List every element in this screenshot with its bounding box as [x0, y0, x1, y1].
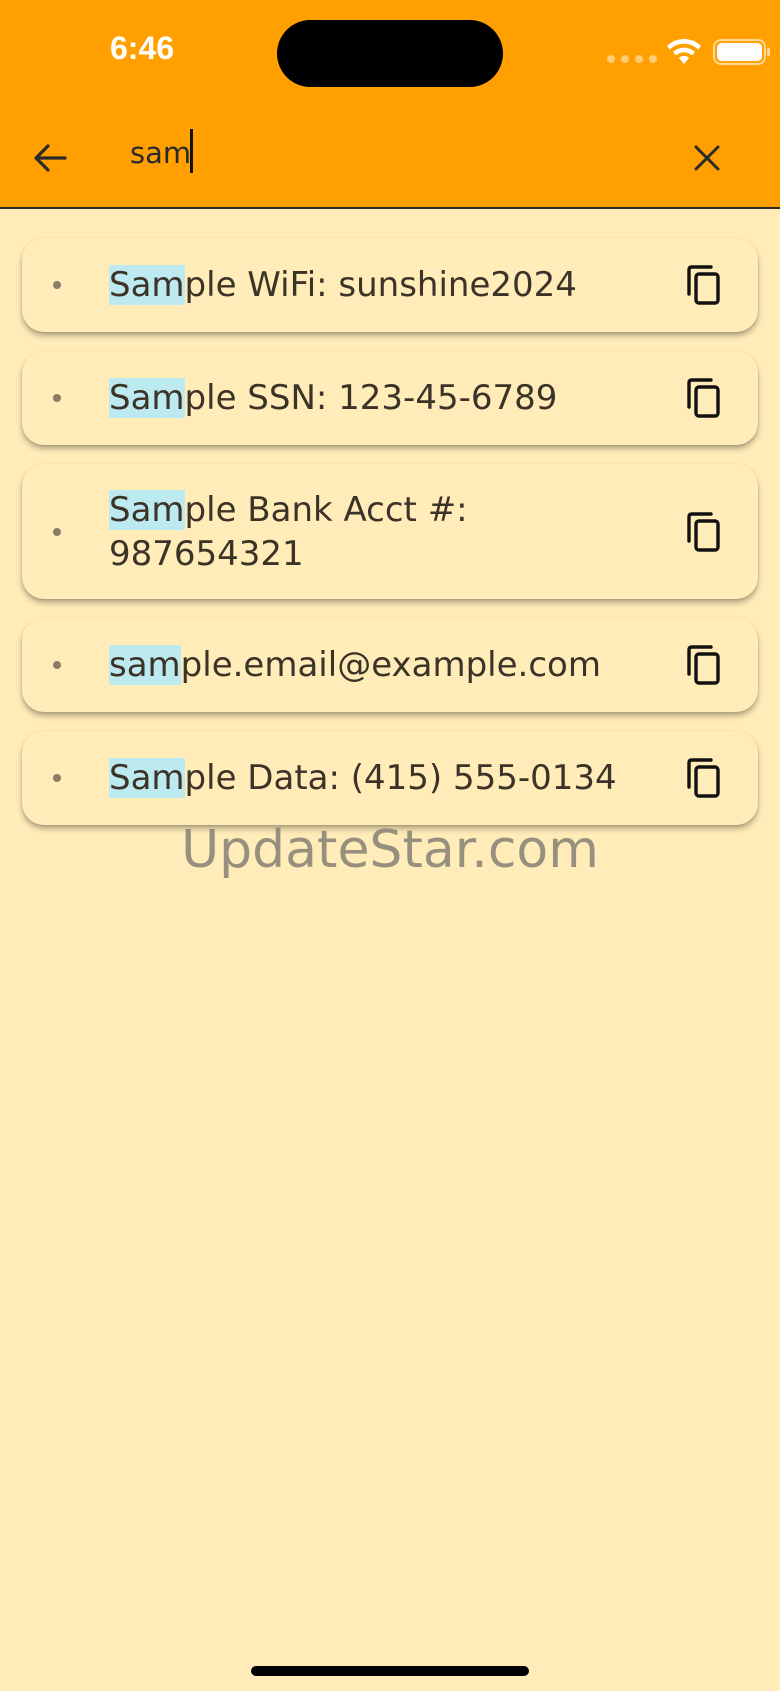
signal-dots-icon [607, 55, 657, 63]
status-icons [580, 0, 780, 90]
bullet-icon [53, 774, 61, 782]
copy-icon [687, 265, 720, 305]
result-text: sample.email@example.com [109, 643, 629, 687]
home-indicator[interactable] [251, 1666, 529, 1676]
result-rest: ple SSN: 123-45-6789 [184, 378, 558, 418]
bullet-icon [53, 527, 61, 536]
result-text: Sample Bank Acct #: 987654321 [109, 488, 559, 576]
copy-button[interactable] [678, 753, 728, 803]
match-highlight: Sam [109, 758, 185, 798]
result-item-bank[interactable]: Sample Bank Acct #: 987654321 [22, 464, 758, 599]
result-rest: ple.email@example.com [180, 645, 601, 685]
watermark: UpdateStar.com [181, 820, 599, 880]
app-bar: 6:46 [0, 0, 780, 209]
match-highlight: Sam [109, 265, 185, 305]
results-list: Sample WiFi: sunshine2024 Sample SSN: 12… [22, 238, 758, 844]
copy-button[interactable] [678, 640, 728, 690]
arrow-back-icon [34, 144, 67, 172]
search-input[interactable] [130, 128, 670, 178]
wifi-icon [667, 38, 701, 64]
status-time: 6:46 [110, 30, 175, 66]
match-highlight: sam [109, 645, 181, 685]
result-item-phone[interactable]: Sample Data: (415) 555-0134 [22, 731, 758, 825]
copy-icon [687, 378, 720, 418]
bullet-icon [53, 661, 61, 669]
copy-icon [687, 758, 720, 798]
clear-search-button[interactable] [685, 136, 729, 180]
result-text: Sample SSN: 123-45-6789 [109, 376, 629, 420]
result-text: Sample WiFi: sunshine2024 [109, 263, 629, 307]
result-rest: ple Data: (415) 555-0134 [184, 758, 617, 798]
bullet-icon [53, 281, 61, 289]
copy-icon [687, 645, 720, 685]
result-text: Sample Data: (415) 555-0134 [109, 756, 629, 800]
dynamic-island [277, 20, 503, 87]
match-highlight: Sam [109, 489, 185, 530]
text-cursor [190, 129, 193, 173]
result-item-wifi[interactable]: Sample WiFi: sunshine2024 [22, 238, 758, 332]
copy-button[interactable] [678, 373, 728, 423]
bullet-icon [53, 394, 61, 402]
back-button[interactable] [28, 136, 72, 180]
battery-icon [713, 39, 770, 65]
copy-button[interactable] [678, 507, 728, 557]
result-rest: ple WiFi: sunshine2024 [184, 265, 577, 305]
result-item-email[interactable]: sample.email@example.com [22, 618, 758, 712]
copy-button[interactable] [678, 260, 728, 310]
close-icon [694, 145, 720, 171]
copy-icon [687, 511, 720, 552]
match-highlight: Sam [109, 378, 185, 418]
result-item-ssn[interactable]: Sample SSN: 123-45-6789 [22, 351, 758, 445]
